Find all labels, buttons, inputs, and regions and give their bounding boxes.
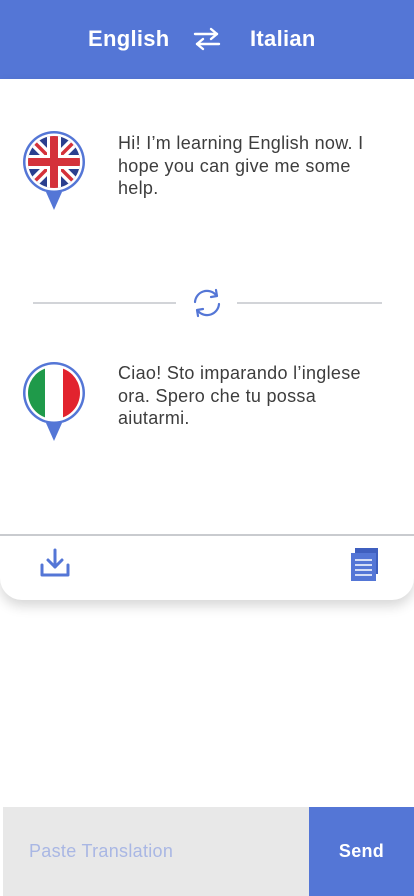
target-language-button[interactable]: Italian (250, 26, 316, 52)
source-language-button[interactable]: English (88, 26, 170, 52)
download-icon[interactable] (39, 547, 71, 579)
divider-left (33, 302, 176, 304)
toolbar-divider (0, 534, 414, 536)
footer-bar: Send (0, 807, 414, 896)
uk-flag-icon (22, 130, 86, 212)
send-button[interactable]: Send (309, 807, 414, 896)
target-text: Ciao! Sto imparando l’inglese ora. Spero… (118, 363, 361, 428)
document-icon[interactable] (348, 547, 380, 583)
italy-flag-icon (22, 361, 86, 443)
language-header: English Italian (0, 0, 414, 79)
paste-translation-input[interactable] (3, 807, 309, 896)
translation-card: Hi! I’m learning English now. I hope you… (0, 79, 414, 600)
refresh-icon[interactable] (189, 287, 225, 319)
divider-right (237, 302, 382, 304)
source-text: Hi! I’m learning English now. I hope you… (118, 133, 364, 198)
swap-arrows-icon[interactable] (193, 27, 221, 51)
